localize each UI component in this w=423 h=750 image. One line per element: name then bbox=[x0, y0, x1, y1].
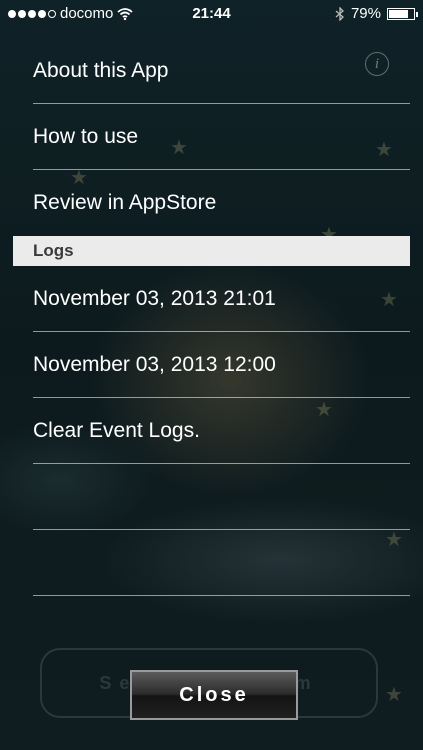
log-entry-label: November 03, 2013 12:00 bbox=[33, 353, 276, 376]
menu-item-label: Review in AppStore bbox=[33, 191, 217, 214]
log-entry[interactable]: November 03, 2013 21:01 bbox=[33, 266, 410, 332]
bluetooth-icon bbox=[335, 6, 344, 21]
settings-menu: About this App How to use Review in AppS… bbox=[0, 38, 423, 596]
empty-row bbox=[33, 464, 410, 530]
menu-item-label: How to use bbox=[33, 125, 139, 148]
battery-percent: 79% bbox=[350, 5, 381, 22]
log-entry[interactable]: November 03, 2013 12:00 bbox=[33, 332, 410, 398]
menu-item-how-to-use[interactable]: How to use bbox=[33, 104, 410, 170]
battery-fill bbox=[389, 9, 408, 18]
menu-item-about[interactable]: About this App bbox=[33, 38, 410, 104]
logs-section-header: Logs bbox=[13, 236, 410, 266]
menu-item-label: About this App bbox=[33, 59, 169, 82]
close-button[interactable]: Close bbox=[130, 670, 298, 720]
clear-event-logs-label: Clear Event Logs. bbox=[33, 419, 200, 442]
menu-item-review[interactable]: Review in AppStore bbox=[33, 170, 410, 236]
status-right: 79% bbox=[335, 5, 418, 22]
log-entry-label: November 03, 2013 21:01 bbox=[33, 287, 276, 310]
empty-row bbox=[33, 530, 410, 596]
clear-event-logs-button[interactable]: Clear Event Logs. bbox=[33, 398, 410, 464]
battery-icon bbox=[387, 7, 418, 20]
status-bar: docomo 21:44 79% bbox=[0, 0, 423, 28]
